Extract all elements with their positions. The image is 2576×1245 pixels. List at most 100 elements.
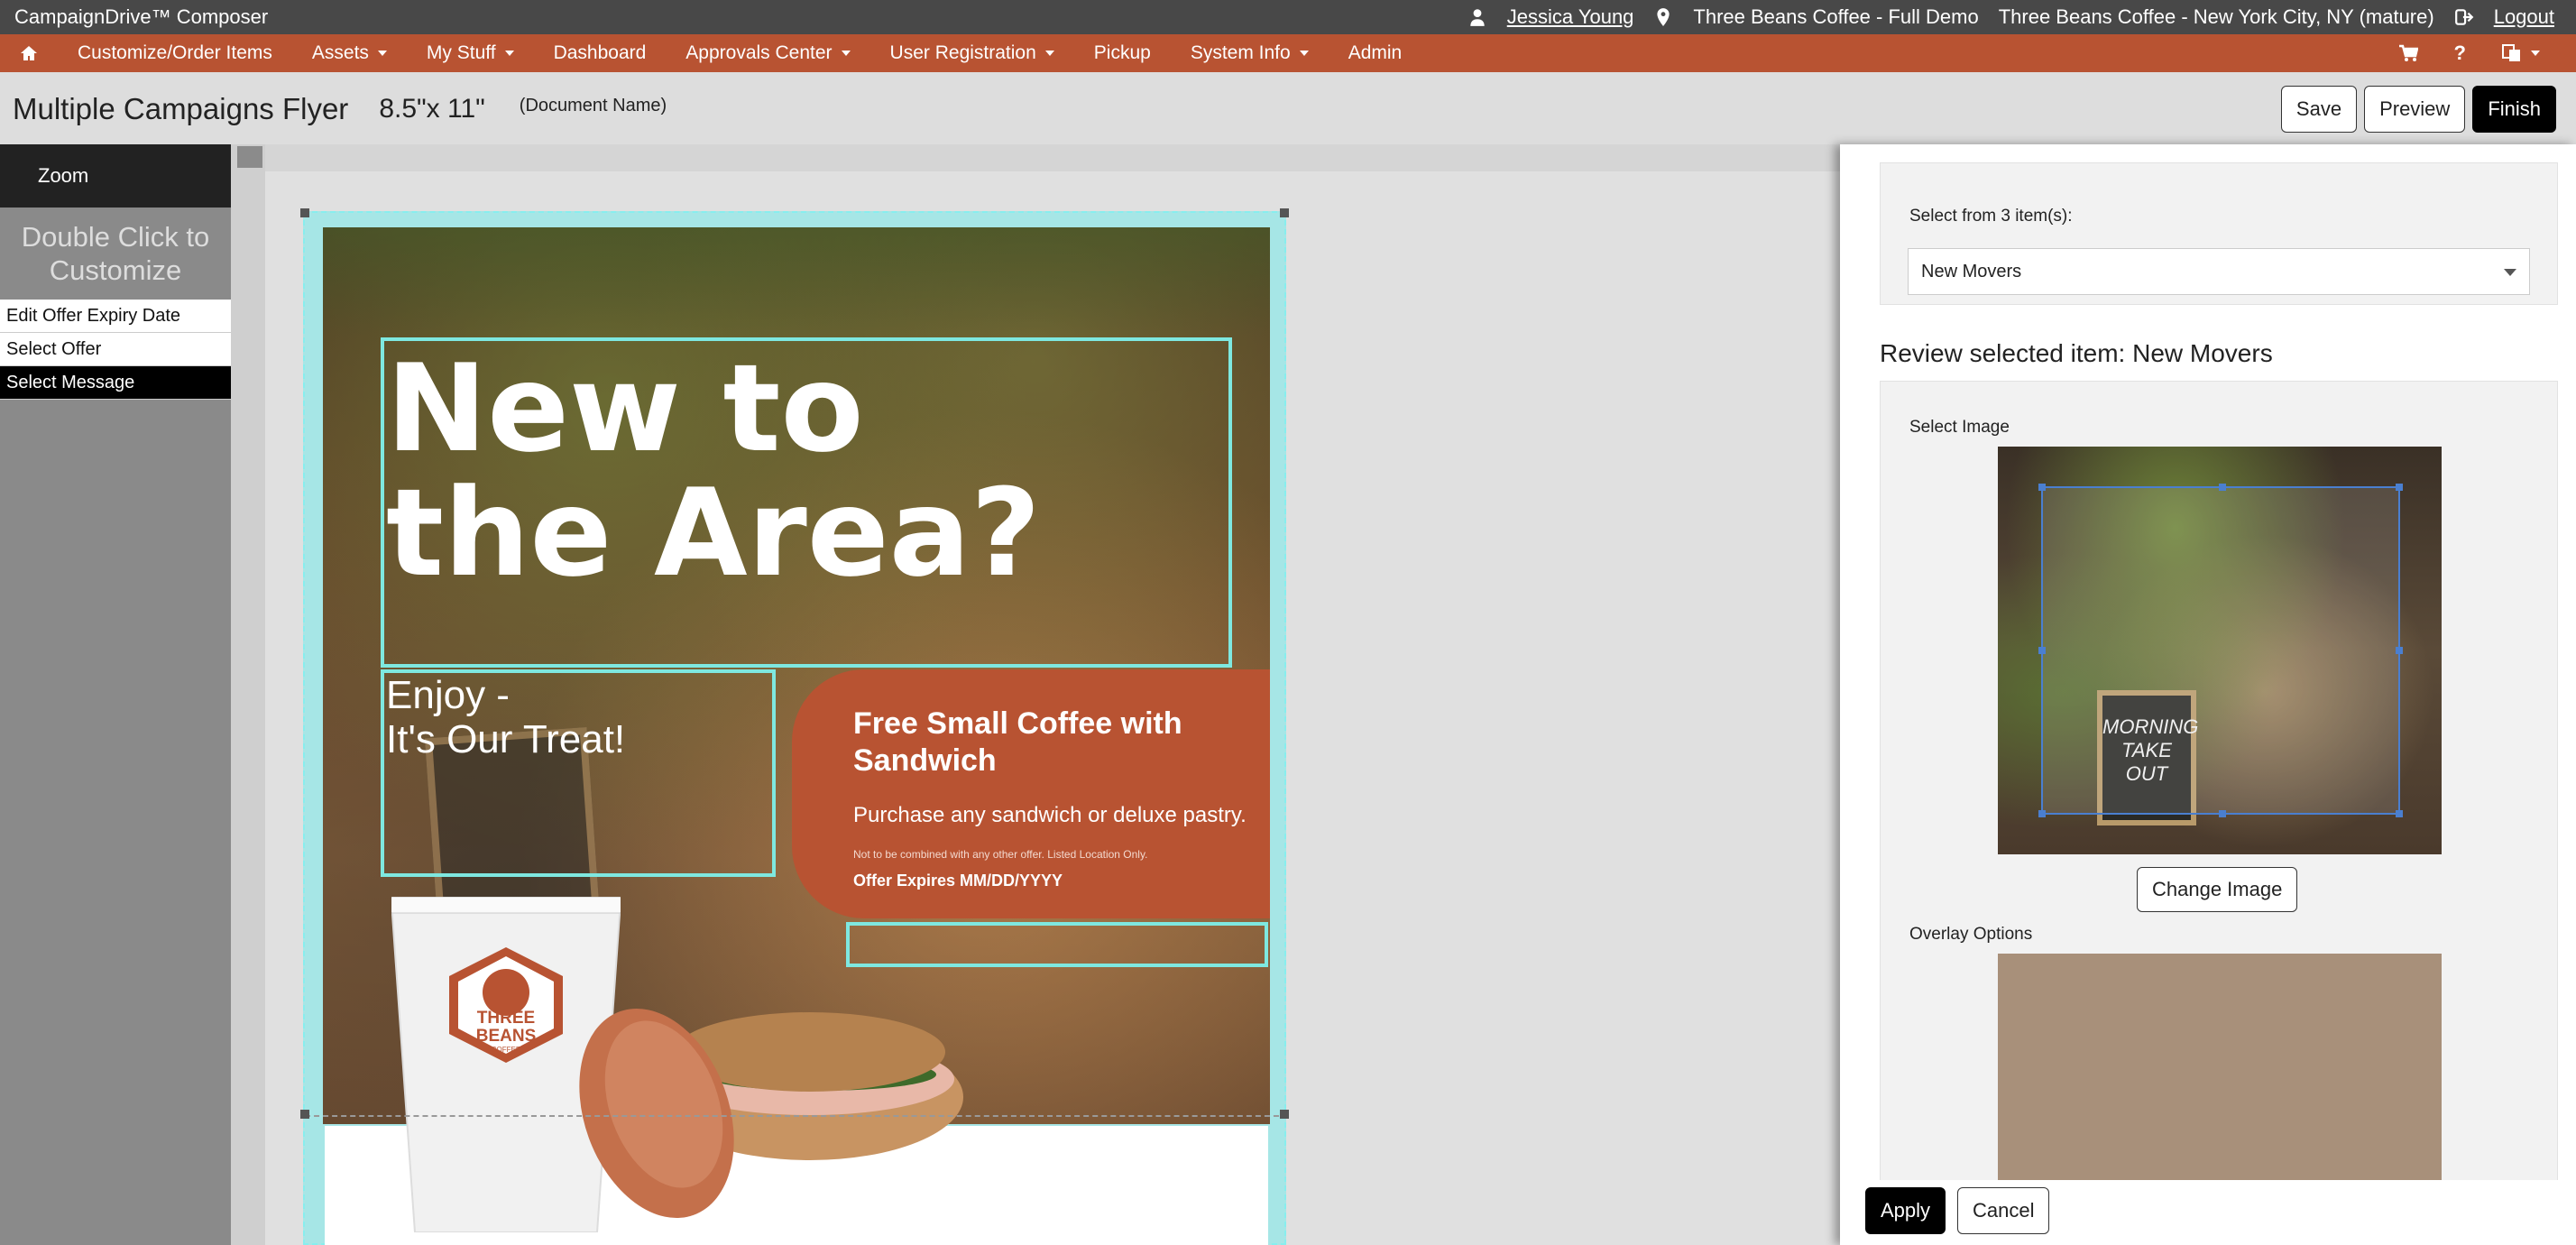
nav-user-registration[interactable]: User Registration <box>870 34 1074 72</box>
select-message-item[interactable]: Select Message <box>0 366 231 401</box>
user-menu[interactable]: Jessica Young <box>1467 5 1634 29</box>
change-image-button[interactable]: Change Image <box>2137 867 2298 912</box>
location-detail-text: Three Beans Coffee - New York City, NY (… <box>1998 5 2434 28</box>
cart-button[interactable] <box>2380 34 2436 72</box>
resize-handle[interactable] <box>1280 208 1289 217</box>
panel-footer: Apply Cancel <box>1840 1180 2576 1245</box>
top-bar-right: Jessica Young Three Beans Coffee - Full … <box>1448 5 2576 29</box>
question-icon: ? <box>2453 42 2466 64</box>
nav-right: ? <box>2380 34 2576 72</box>
offer-expiry: Offer Expires MM/DD/YYYY <box>853 871 1063 890</box>
cup-brand-3: COFFEE <box>492 1046 520 1054</box>
user-icon <box>1470 9 1485 26</box>
caret-down-icon <box>1299 51 1309 56</box>
chevron-down-icon <box>2504 269 2516 276</box>
language-menu[interactable] <box>2484 34 2558 72</box>
crop-handle[interactable] <box>2038 484 2046 491</box>
location-detail: Three Beans Coffee - New York City, NY (… <box>1999 5 2434 29</box>
nav-dashboard-label: Dashboard <box>553 42 647 63</box>
item-select[interactable]: New Movers <box>1908 248 2530 295</box>
document-actions: Save Preview Finish <box>2280 86 2556 133</box>
nav-assets[interactable]: Assets <box>292 34 407 72</box>
crop-handle[interactable] <box>2396 647 2403 654</box>
crop-handle[interactable] <box>2038 810 2046 817</box>
enjoy-line-1: Enjoy - <box>386 673 510 717</box>
nav-approvals-label: Approvals Center <box>685 42 833 63</box>
item-select-value: New Movers <box>1921 261 2022 281</box>
left-panel: Zoom Double Click to Customize Edit Offe… <box>0 144 231 1245</box>
translate-icon <box>2502 44 2520 61</box>
item-select-box: Select from 3 item(s): New Movers <box>1880 162 2558 305</box>
nav-admin-label: Admin <box>1348 42 1403 63</box>
offer-title: Free Small Coffee with Sandwich <box>853 706 1182 778</box>
location-menu[interactable]: Three Beans Coffee - Full Demo <box>1653 5 1979 29</box>
nav-approvals[interactable]: Approvals Center <box>666 34 869 72</box>
crop-handle[interactable] <box>2038 647 2046 654</box>
document-name-field[interactable]: (Document Name) <box>520 96 667 116</box>
expiry-frame[interactable] <box>846 922 1268 967</box>
select-label: Select from 3 item(s): <box>1909 207 2073 226</box>
nav-my-stuff-label: My Stuff <box>426 42 496 63</box>
crop-box[interactable] <box>2038 484 2403 817</box>
nav-customize[interactable]: Customize/Order Items <box>58 34 292 72</box>
home-icon <box>21 46 37 60</box>
top-bar: CampaignDrive™ Composer Jessica Young Th… <box>0 0 2576 34</box>
bleed-guide <box>305 1115 1288 1117</box>
vertical-ruler <box>231 144 265 1245</box>
overlay-color-swatch[interactable] <box>1998 954 2442 1181</box>
nav-pickup-label: Pickup <box>1093 42 1151 63</box>
map-pin-icon <box>1657 8 1670 26</box>
overlay-options-label: Overlay Options <box>1909 925 2033 944</box>
select-image-label: Select Image <box>1909 418 2010 437</box>
offer-panel[interactable]: Free Small Coffee with Sandwich Purchase… <box>792 669 1270 918</box>
cup-brand-1: THREE <box>477 1009 535 1028</box>
finish-button[interactable]: Finish <box>2472 86 2556 133</box>
review-box: Select Image MORNING TAKE OUT Change Ima… <box>1880 381 2558 1182</box>
caret-down-icon <box>2531 51 2540 56</box>
select-offer-item[interactable]: Select Offer <box>0 333 231 367</box>
customize-instruction: Double Click to Customize <box>21 221 210 287</box>
nav-my-stuff[interactable]: My Stuff <box>407 34 534 72</box>
properties-panel: Select from 3 item(s): New Movers Review… <box>1840 144 2576 1245</box>
apply-button[interactable]: Apply <box>1865 1187 1946 1234</box>
edit-offer-expiry-item[interactable]: Edit Offer Expiry Date <box>0 300 231 334</box>
zoom-button[interactable]: Zoom <box>0 144 231 208</box>
review-title: Review selected item: New Movers <box>1880 339 2273 367</box>
enjoy-line-2: It's Our Treat! <box>386 717 626 762</box>
nav-system-info[interactable]: System Info <box>1171 34 1329 72</box>
flyer-page[interactable]: New to the Area? Enjoy - It's Our Treat!… <box>300 208 1289 1245</box>
cup-lid-image <box>579 1008 734 1219</box>
document-title: Multiple Campaigns Flyer <box>13 92 349 125</box>
cart-icon <box>2398 44 2418 61</box>
resize-handle[interactable] <box>300 1110 309 1119</box>
nav-dashboard[interactable]: Dashboard <box>534 34 667 72</box>
document-header: Multiple Campaigns Flyer 8.5"x 11" (Docu… <box>0 72 2576 146</box>
caret-down-icon <box>1044 51 1054 56</box>
preview-button[interactable]: Preview <box>2364 86 2466 133</box>
user-name: Jessica Young <box>1506 5 1634 28</box>
enjoy-text: Enjoy - It's Our Treat! <box>386 673 625 762</box>
crop-handle[interactable] <box>2396 484 2403 491</box>
location-name: Three Beans Coffee - Full Demo <box>1693 5 1979 28</box>
crop-handle[interactable] <box>2219 484 2226 491</box>
image-preview[interactable]: MORNING TAKE OUT <box>1998 447 2442 854</box>
offer-subtitle: Purchase any sandwich or deluxe pastry. <box>853 802 1247 827</box>
caret-down-icon <box>377 51 387 56</box>
nav-admin[interactable]: Admin <box>1329 34 1422 72</box>
offer-fine-print: Not to be combined with any other offer.… <box>853 847 1148 861</box>
help-button[interactable]: ? <box>2436 34 2484 72</box>
resize-handle[interactable] <box>300 208 309 217</box>
crop-handle[interactable] <box>2219 810 2226 817</box>
nav-system-info-label: System Info <box>1190 42 1291 63</box>
logout-label: Logout <box>2493 5 2554 28</box>
crop-handle[interactable] <box>2396 810 2403 817</box>
logout-link[interactable]: Logout <box>2454 5 2554 29</box>
home-nav[interactable] <box>0 34 58 72</box>
foliage-shade <box>323 227 1270 336</box>
resize-handle[interactable] <box>1280 1110 1289 1119</box>
cancel-button[interactable]: Cancel <box>1957 1187 2050 1234</box>
logout-icon <box>2454 9 2474 25</box>
nav-pickup[interactable]: Pickup <box>1074 34 1171 72</box>
save-button[interactable]: Save <box>2280 86 2358 133</box>
nav-assets-label: Assets <box>311 42 369 63</box>
